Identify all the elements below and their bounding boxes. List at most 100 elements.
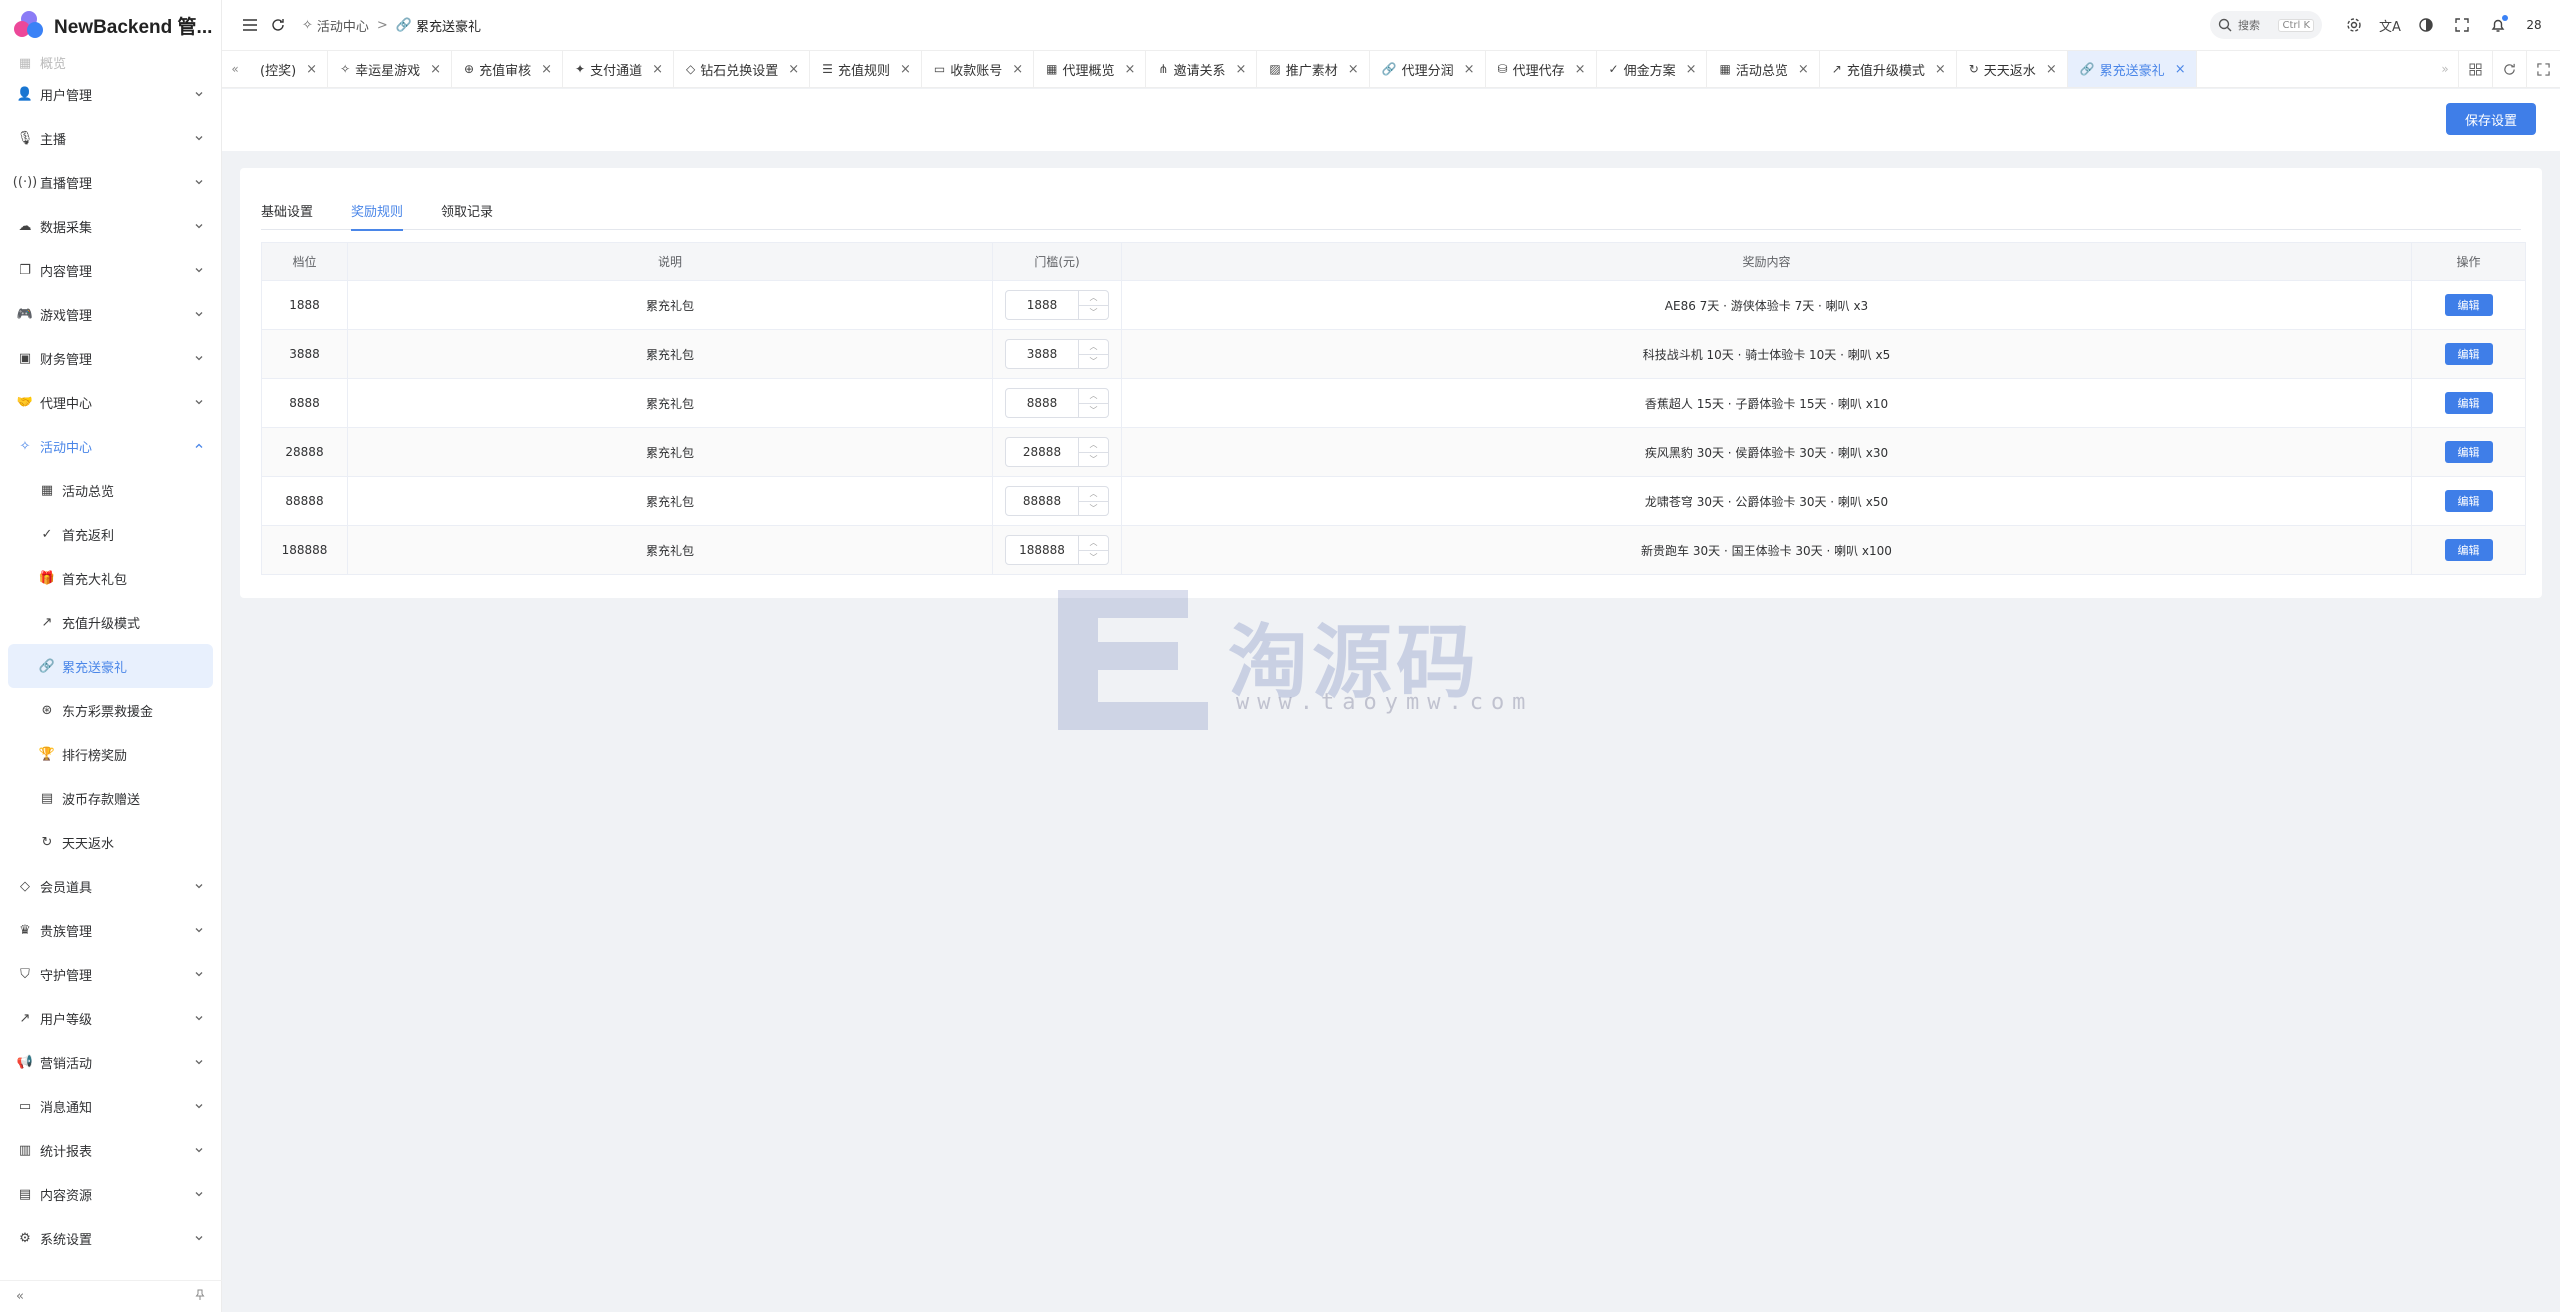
decrement-icon[interactable]: ﹀ bbox=[1079, 353, 1108, 369]
sidebar-item[interactable]: ⚙ 系统设置 bbox=[0, 1216, 221, 1260]
close-icon[interactable]: × bbox=[652, 62, 663, 77]
brand[interactable]: NewBackend 管... bbox=[0, 0, 221, 50]
edit-button[interactable]: 编辑 bbox=[2444, 539, 2493, 561]
tab-item[interactable]: ↗ 充值升级模式 × bbox=[1820, 51, 1957, 87]
decrement-icon[interactable]: ﹀ bbox=[1079, 549, 1108, 565]
sidebar-item[interactable]: ☁ 数据采集 bbox=[0, 204, 221, 248]
settings-tab[interactable]: 领取记录 bbox=[441, 190, 493, 230]
sidebar-item-overview[interactable]: ▦ 概览 bbox=[0, 50, 221, 73]
menu-toggle-icon[interactable] bbox=[236, 11, 264, 39]
threshold-input[interactable]: 188888 ︿ ﹀ bbox=[1005, 535, 1109, 565]
close-icon[interactable]: × bbox=[541, 62, 552, 77]
tab-item[interactable]: ⋔ 邀请关系 × bbox=[1146, 51, 1258, 87]
tab-item[interactable]: ✓ 佣金方案 × bbox=[1597, 51, 1708, 87]
close-icon[interactable]: × bbox=[1575, 62, 1586, 77]
sidebar-item[interactable]: ♛ 贵族管理 bbox=[0, 908, 221, 952]
decrement-icon[interactable]: ﹀ bbox=[1079, 304, 1108, 320]
increment-icon[interactable]: ︿ bbox=[1079, 487, 1108, 501]
refresh-icon[interactable] bbox=[264, 11, 292, 39]
increment-icon[interactable]: ︿ bbox=[1079, 536, 1108, 550]
settings-tab[interactable]: 奖励规则 bbox=[351, 190, 404, 231]
edit-button[interactable]: 编辑 bbox=[2444, 490, 2493, 512]
close-icon[interactable]: × bbox=[1012, 62, 1023, 77]
sidebar-subitem[interactable]: ↗ 充值升级模式 bbox=[0, 600, 221, 644]
close-icon[interactable]: × bbox=[2046, 62, 2057, 77]
edit-button[interactable]: 编辑 bbox=[2444, 343, 2493, 365]
threshold-input[interactable]: 28888 ︿ ﹀ bbox=[1005, 437, 1109, 467]
tab-item[interactable]: ▦ 活动总览 × bbox=[1707, 51, 1820, 87]
sidebar-item[interactable]: ↗ 用户等级 bbox=[0, 996, 221, 1040]
settings-icon[interactable] bbox=[2336, 11, 2372, 39]
sidebar-item[interactable]: ((·)) 直播管理 bbox=[0, 160, 221, 204]
sidebar-subitem[interactable]: 🎁 首充大礼包 bbox=[0, 556, 221, 600]
tab-item[interactable]: ✦ 支付通道 × bbox=[563, 51, 675, 87]
pin-icon[interactable] bbox=[194, 1289, 206, 1305]
scroll-tabs-left-icon[interactable]: « bbox=[222, 51, 248, 87]
tab-item[interactable]: ✧ 幸运星游戏 × bbox=[328, 51, 453, 87]
sidebar-subitem[interactable]: 🔗 累充送豪礼 bbox=[8, 644, 213, 688]
close-icon[interactable]: × bbox=[2175, 62, 2186, 77]
close-icon[interactable]: × bbox=[1686, 62, 1697, 77]
scroll-tabs-right-icon[interactable]: » bbox=[2432, 51, 2458, 87]
increment-icon[interactable]: ︿ bbox=[1079, 340, 1108, 354]
sidebar-item[interactable]: 📢 营销活动 bbox=[0, 1040, 221, 1084]
close-icon[interactable]: × bbox=[1124, 62, 1135, 77]
sidebar-item[interactable]: ▭ 消息通知 bbox=[0, 1084, 221, 1128]
sidebar-item[interactable]: 🎮 游戏管理 bbox=[0, 292, 221, 336]
translate-icon[interactable]: 文A bbox=[2372, 11, 2408, 39]
bell-icon[interactable] bbox=[2480, 11, 2516, 39]
decrement-icon[interactable]: ﹀ bbox=[1079, 402, 1108, 418]
increment-icon[interactable]: ︿ bbox=[1079, 291, 1108, 305]
tab-refresh-icon[interactable] bbox=[2492, 51, 2526, 87]
close-icon[interactable]: × bbox=[306, 62, 317, 77]
sidebar-item[interactable]: ◇ 会员道具 bbox=[0, 864, 221, 908]
tab-item[interactable]: ☰ 充值规则 × bbox=[810, 51, 922, 87]
sidebar-subitem[interactable]: 🏆 排行榜奖励 bbox=[0, 732, 221, 776]
threshold-input[interactable]: 3888 ︿ ﹀ bbox=[1005, 339, 1109, 369]
sidebar-item[interactable]: ▤ 内容资源 bbox=[0, 1172, 221, 1216]
close-icon[interactable]: × bbox=[1464, 62, 1475, 77]
tab-grid-icon[interactable] bbox=[2458, 51, 2492, 87]
sidebar-item[interactable]: ▣ 财务管理 bbox=[0, 336, 221, 380]
sidebar-subitem[interactable]: ↻ 天天返水 bbox=[0, 820, 221, 864]
save-settings-button[interactable]: 保存设置 bbox=[2446, 103, 2536, 135]
sidebar-item[interactable]: 🤝 代理中心 bbox=[0, 380, 221, 424]
sidebar-subitem[interactable]: ▤ 波币存款赠送 bbox=[0, 776, 221, 820]
tab-item[interactable]: 🔗 累充送豪礼 × bbox=[2067, 51, 2197, 87]
close-icon[interactable]: × bbox=[1348, 62, 1359, 77]
decrement-icon[interactable]: ﹀ bbox=[1079, 451, 1108, 467]
sidebar-item[interactable]: 👤 用户管理 bbox=[0, 72, 221, 116]
tab-item[interactable]: ▨ 推广素材 × bbox=[1257, 51, 1370, 87]
search-box[interactable]: 搜索 Ctrl K bbox=[2210, 11, 2322, 39]
threshold-input[interactable]: 1888 ︿ ﹀ bbox=[1005, 290, 1109, 320]
close-icon[interactable]: × bbox=[788, 62, 799, 77]
edit-button[interactable]: 编辑 bbox=[2444, 392, 2493, 414]
threshold-input[interactable]: 88888 ︿ ﹀ bbox=[1005, 486, 1109, 516]
avatar[interactable]: 28 bbox=[2520, 11, 2548, 39]
decrement-icon[interactable]: ﹀ bbox=[1079, 500, 1108, 516]
tab-item[interactable]: ▭ 收款账号 × bbox=[922, 51, 1035, 87]
close-icon[interactable]: × bbox=[1935, 62, 1946, 77]
fullscreen-icon[interactable] bbox=[2444, 11, 2480, 39]
theme-icon[interactable] bbox=[2408, 11, 2444, 39]
sidebar-item[interactable]: ⛉ 守护管理 bbox=[0, 952, 221, 996]
sidebar-subitem[interactable]: ▦ 活动总览 bbox=[0, 468, 221, 512]
sidebar-subitem[interactable]: ✓ 首充返利 bbox=[0, 512, 221, 556]
tab-item[interactable]: ▦ 代理概览 × bbox=[1034, 51, 1147, 87]
breadcrumb-item-parent[interactable]: 活动中心 bbox=[317, 16, 369, 35]
close-icon[interactable]: × bbox=[900, 62, 911, 77]
sidebar-item[interactable]: 🎙 主播 bbox=[0, 116, 221, 160]
sidebar-item[interactable]: ❐ 内容管理 bbox=[0, 248, 221, 292]
tab-item[interactable]: ◇ 钻石兑换设置 × bbox=[674, 51, 811, 87]
settings-tab[interactable]: 基础设置 bbox=[261, 190, 313, 230]
close-icon[interactable]: × bbox=[1235, 62, 1246, 77]
tab-item[interactable]: 🔗 代理分润 × bbox=[1370, 51, 1486, 87]
increment-icon[interactable]: ︿ bbox=[1079, 389, 1108, 403]
sidebar-subitem[interactable]: ⊛ 东方彩票救援金 bbox=[0, 688, 221, 732]
edit-button[interactable]: 编辑 bbox=[2444, 294, 2493, 316]
tab-item[interactable]: (控奖) × bbox=[248, 51, 329, 87]
tab-maximize-icon[interactable] bbox=[2526, 51, 2560, 87]
increment-icon[interactable]: ︿ bbox=[1079, 438, 1108, 452]
sidebar-item[interactable]: ▥ 统计报表 bbox=[0, 1128, 221, 1172]
tab-item[interactable]: ↻ 天天返水 × bbox=[1957, 51, 2068, 87]
